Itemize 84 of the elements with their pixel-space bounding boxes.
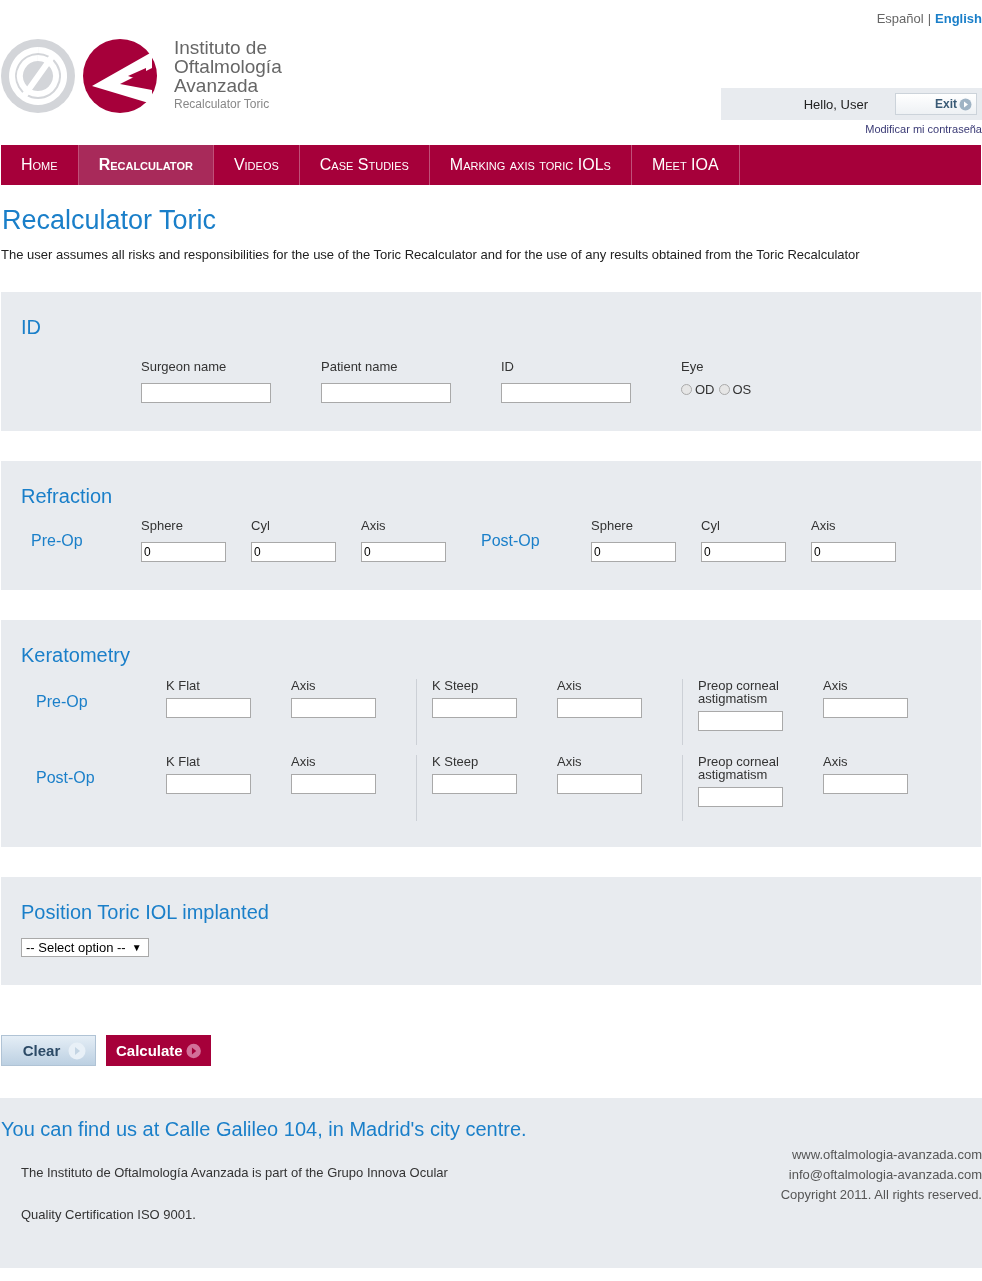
calculate-button[interactable]: Calculate: [106, 1035, 211, 1066]
field-label: Preop corneal astigmatism: [698, 679, 780, 705]
page-title: Recalculator Toric: [2, 204, 218, 237]
field-label: Axis: [361, 518, 387, 535]
field-label: ID: [501, 359, 515, 376]
input-field[interactable]: [432, 698, 517, 718]
group-label: Pre-Op: [35, 692, 89, 712]
field-label: Preop corneal astigmatism: [698, 755, 780, 781]
logo-subtitle: Recalculator Toric: [174, 97, 271, 111]
change-password-link[interactable]: Modificar mi contraseña: [865, 123, 982, 135]
input-field[interactable]: 0: [701, 542, 786, 562]
nav-tab[interactable]: Recalculator: [78, 145, 214, 185]
logo-icon: [0, 38, 160, 114]
field-label: Axis: [823, 679, 849, 692]
input-field[interactable]: 0: [591, 542, 676, 562]
field-label: Cyl: [251, 518, 271, 535]
input-field[interactable]: [166, 698, 251, 718]
logo-text: Avanzada: [174, 76, 259, 95]
greeting-text: Hello, User: [803, 96, 868, 112]
radio-option[interactable]: OS: [718, 382, 752, 397]
input-field[interactable]: [557, 698, 642, 718]
field-label: Sphere: [141, 518, 184, 535]
nav-tab[interactable]: Marking axis toric IOLs: [429, 145, 632, 185]
input-field[interactable]: [291, 774, 376, 794]
nav-tab[interactable]: Home: [1, 145, 79, 185]
field-label: K Flat: [166, 755, 201, 768]
field-label: Axis: [291, 755, 317, 768]
field-label: Patient name: [321, 359, 399, 376]
input-field[interactable]: 0: [811, 542, 896, 562]
field-label: Cyl: [701, 518, 721, 535]
field-label: Axis: [557, 755, 583, 768]
footer-headline: You can find us at Calle Galileo 104, in Madrid's city centre.: [0, 1118, 528, 1141]
section-title: Refraction: [21, 485, 114, 508]
clear-button[interactable]: Clear: [1, 1035, 96, 1066]
logo-text: Instituto de: [174, 38, 268, 57]
field-label: K Steep: [432, 755, 480, 768]
field-label: Axis: [557, 679, 583, 692]
input-field[interactable]: [321, 383, 451, 403]
play-icon: [185, 1041, 201, 1060]
field-label: K Steep: [432, 679, 480, 692]
input-field[interactable]: 0: [361, 542, 446, 562]
play-icon: [959, 97, 972, 111]
contact-text: www.oftalmologia-avanzada.com: [790, 1146, 982, 1164]
input-field[interactable]: 0: [141, 542, 226, 562]
exit-button[interactable]: Exit: [895, 93, 977, 115]
field-label: Axis: [811, 518, 837, 535]
field-label: Axis: [291, 679, 317, 692]
separator-text: |: [927, 11, 932, 26]
nav-tab[interactable]: Videos: [213, 145, 300, 185]
radio-option[interactable]: OD: [681, 382, 715, 397]
section-title: Keratometry: [21, 644, 131, 667]
field-label: Eye: [681, 359, 705, 376]
section-title: Position Toric IOL implanted: [21, 901, 270, 924]
field-label: Sphere: [591, 518, 634, 535]
field-label: K Flat: [166, 679, 201, 692]
input-field[interactable]: [166, 774, 251, 794]
footer-text: The Instituto de Oftalmología Avanzada is part of the Grupo Innova Ocular: [21, 1165, 448, 1180]
footer-text: Quality Certification ISO 9001.: [21, 1207, 197, 1222]
disclaimer-text: The user assumes all risks and responsibilities for the use of the Toric Recalculator and for the use of any results obtained from the Toric Recalculator: [1, 247, 861, 262]
contact-text: Copyright 2011. All rights reserved.: [780, 1186, 982, 1204]
option-select[interactable]: -- Select option -- ▼: [21, 938, 149, 957]
language-link[interactable]: Español: [876, 11, 924, 26]
input-field[interactable]: [823, 774, 908, 794]
input-field[interactable]: [291, 698, 376, 718]
nav-tab[interactable]: Meet IOA: [631, 145, 740, 185]
group-label: Post-Op: [480, 531, 541, 551]
input-field[interactable]: [823, 698, 908, 718]
nav-tab[interactable]: Case Studies: [299, 145, 430, 185]
section-title: ID: [21, 316, 42, 339]
contact-text: info@oftalmologia-avanzada.com: [787, 1166, 982, 1184]
input-field[interactable]: [698, 787, 783, 807]
input-field[interactable]: [432, 774, 517, 794]
group-label: Post-Op: [35, 768, 96, 788]
logo-text: Oftalmología: [174, 57, 282, 76]
input-field[interactable]: [141, 383, 271, 403]
field-label: Axis: [823, 755, 849, 768]
input-field[interactable]: 0: [251, 542, 336, 562]
input-field[interactable]: [557, 774, 642, 794]
language-link[interactable]: English: [935, 11, 982, 26]
input-field[interactable]: [501, 383, 631, 403]
field-label: Surgeon name: [141, 359, 228, 376]
play-icon: [68, 1041, 87, 1060]
input-field[interactable]: [698, 711, 783, 731]
group-label: Pre-Op: [30, 531, 84, 551]
